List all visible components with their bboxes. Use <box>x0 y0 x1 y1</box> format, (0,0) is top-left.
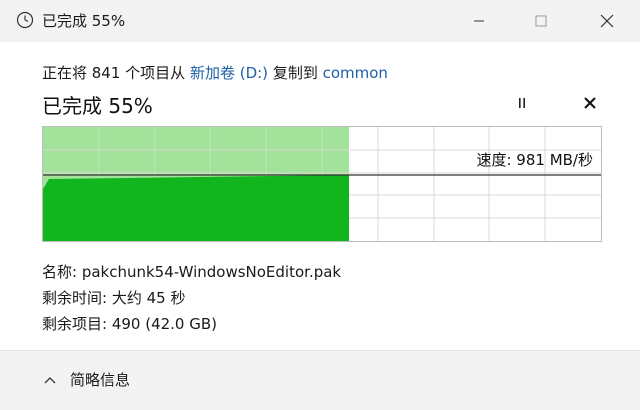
copy-middle: 复制到 <box>272 64 318 82</box>
close-window-button[interactable] <box>584 0 630 42</box>
source-link[interactable]: 新加卷 (D:) <box>190 64 268 82</box>
progress-graph: 速度: 981 MB/秒 <box>42 126 602 242</box>
cancel-icon <box>584 97 596 109</box>
items-remaining: 剩余项目: 490 (42.0 GB) <box>42 315 218 333</box>
title-bar: 已完成 55% <box>0 0 640 42</box>
pause-button[interactable] <box>508 90 536 116</box>
time-remaining: 剩余时间: 大约 45 秒 <box>42 289 186 307</box>
pause-icon <box>519 98 525 108</box>
dialog-body: 正在将 841 个项目从 新加卷 (D:) 复制到 common 已完成 55%… <box>0 42 640 410</box>
chevron-up-icon <box>44 376 56 383</box>
cancel-button[interactable] <box>576 90 604 116</box>
maximize-icon <box>535 15 547 27</box>
minimize-icon <box>474 20 484 22</box>
fewer-details-label: 简略信息 <box>70 371 131 389</box>
fewer-details-toggle[interactable]: 简略信息 <box>44 369 130 390</box>
speed-chart <box>43 127 601 241</box>
footer: 简略信息 <box>0 351 640 410</box>
maximize-button[interactable] <box>518 0 564 42</box>
progress-title: 已完成 55% <box>42 94 153 118</box>
copy-prefix: 正在将 841 个项目从 <box>42 64 186 82</box>
destination-link[interactable]: common <box>323 64 388 82</box>
clock-icon <box>16 11 34 29</box>
speed-label: 速度: 981 MB/秒 <box>476 151 593 169</box>
details-panel: 名称: pakchunk54-WindowsNoEditor.pak 剩余时间:… <box>42 260 341 338</box>
copy-description: 正在将 841 个项目从 新加卷 (D:) 复制到 common <box>42 62 388 83</box>
file-name: 名称: pakchunk54-WindowsNoEditor.pak <box>42 263 342 281</box>
minimize-button[interactable] <box>456 0 502 42</box>
close-icon <box>600 14 614 28</box>
speed-area <box>43 175 349 241</box>
window-title: 已完成 55% <box>42 12 126 30</box>
